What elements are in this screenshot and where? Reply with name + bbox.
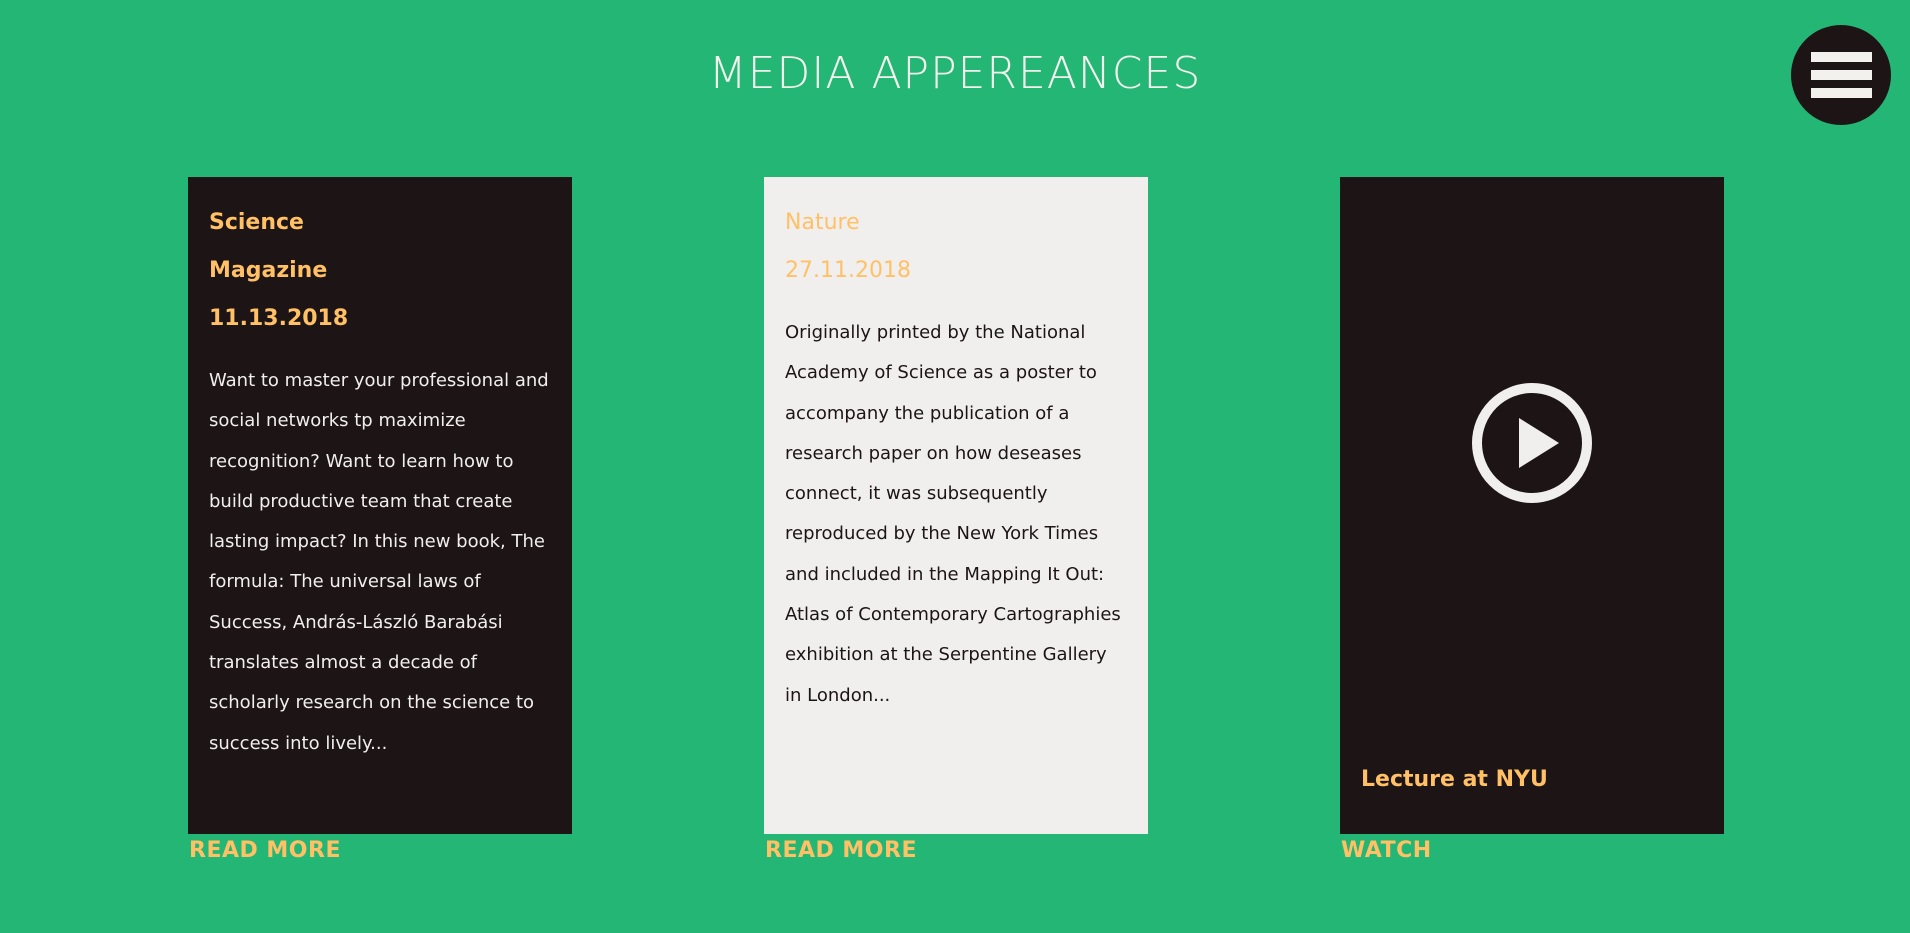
card-date: 11.13.2018	[209, 306, 349, 331]
watch-link[interactable]: WATCH	[1341, 838, 1432, 863]
menu-button[interactable]	[1791, 25, 1891, 125]
card-date: 27.11.2018	[785, 258, 911, 283]
read-more-link[interactable]: READ MORE	[189, 838, 341, 863]
menu-bar	[1810, 88, 1872, 98]
media-card-science: Science Magazine 11.13.2018 Want to mast…	[188, 177, 572, 834]
media-card-nature: Nature 27.11.2018 Originally printed by …	[764, 177, 1148, 834]
card-source: Nature	[785, 210, 860, 235]
play-icon[interactable]	[1471, 382, 1593, 504]
media-card-video[interactable]: Lecture at NYU	[1340, 177, 1724, 834]
card-excerpt: Originally printed by the National Acade…	[785, 322, 1121, 706]
menu-bar	[1810, 70, 1872, 80]
video-caption: Lecture at NYU	[1361, 767, 1548, 792]
card-source: Science	[209, 210, 304, 235]
card-excerpt: Want to master your professional and soc…	[209, 370, 549, 754]
card-subtitle: Magazine	[209, 258, 328, 283]
read-more-link[interactable]: READ MORE	[765, 838, 917, 863]
menu-bar	[1810, 52, 1872, 62]
page-title: MEDIA APPEREANCES	[708, 48, 1202, 99]
